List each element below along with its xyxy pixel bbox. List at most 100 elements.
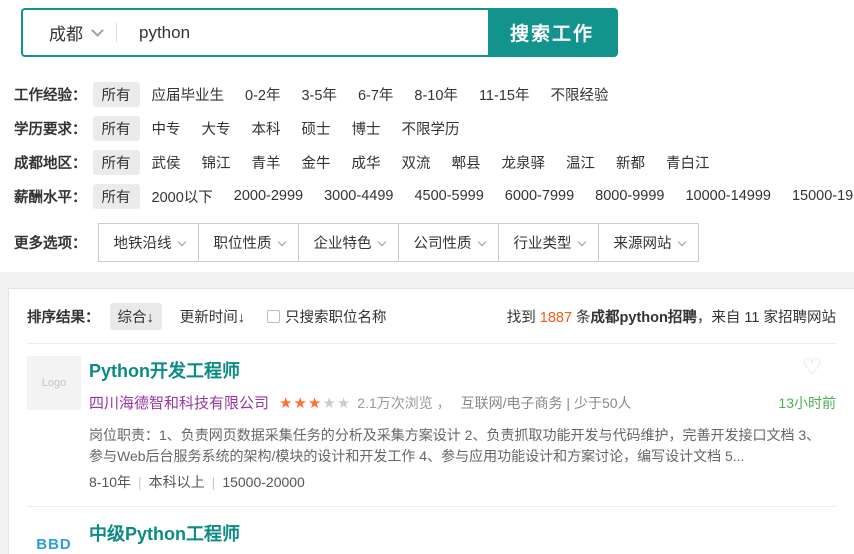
job-education: 本科以上 bbox=[149, 474, 205, 490]
summary-after: ，来自 bbox=[697, 310, 745, 326]
chevron-down-icon bbox=[91, 24, 104, 37]
chevron-down-icon bbox=[277, 237, 285, 245]
filter-option[interactable]: 2000-2999 bbox=[225, 186, 312, 206]
job-salary: 15000-20000 bbox=[222, 474, 305, 490]
search-button[interactable]: 搜索工作 bbox=[488, 10, 616, 55]
summary-prefix: 找到 bbox=[507, 310, 540, 326]
job-listing: BBD 中级Python工程师 成都数联铭品科技有限公司 ★★★★★ 1.8万次… bbox=[27, 507, 836, 554]
job-listing: Logo Python开发工程师 四川海德智和科技有限公司 ★★★★★ 2.1万… bbox=[27, 344, 836, 507]
sort-comprehensive-button[interactable]: 综合↓ bbox=[110, 303, 162, 330]
city-selector[interactable]: 成都 bbox=[23, 10, 116, 55]
filter-row-salary: 薪酬水平： 所有 2000以下 2000-2999 3000-4499 4500… bbox=[14, 185, 854, 207]
dropdown-label: 地铁沿线 bbox=[114, 232, 172, 253]
company-logo: Logo bbox=[27, 356, 81, 410]
filter-option[interactable]: 0-2年 bbox=[236, 82, 289, 107]
filter-row-experience: 工作经验： 所有 应届毕业生 0-2年 3-5年 6-7年 8-10年 11-1… bbox=[14, 83, 854, 105]
job-main: Python开发工程师 四川海德智和科技有限公司 ★★★★★ 2.1万次浏览 ，… bbox=[89, 356, 836, 492]
more-options-label: 更多选项： bbox=[14, 232, 87, 253]
sort-update-time-button[interactable]: 更新时间↓ bbox=[172, 303, 253, 330]
filter-option[interactable]: 新都 bbox=[607, 150, 654, 175]
dropdown-industry-type[interactable]: 行业类型 bbox=[498, 223, 599, 262]
filter-option[interactable]: 11-15年 bbox=[470, 82, 539, 107]
filter-option[interactable]: 所有 bbox=[93, 150, 140, 175]
summary-mid: 条 bbox=[572, 310, 591, 326]
filter-option[interactable]: 成华 bbox=[343, 150, 390, 175]
filter-option[interactable]: 金牛 bbox=[293, 150, 340, 175]
checkbox-label: 只搜索职位名称 bbox=[285, 306, 387, 327]
filter-label: 成都地区： bbox=[14, 152, 87, 173]
dropdown-label: 行业类型 bbox=[514, 232, 572, 253]
filter-option[interactable]: 3-5年 bbox=[292, 82, 345, 107]
rating-stars-icon: ★★★★★ bbox=[279, 394, 351, 412]
title-only-checkbox-wrap[interactable]: 只搜索职位名称 bbox=[267, 306, 387, 327]
job-main: 中级Python工程师 成都数联铭品科技有限公司 ★★★★★ 1.8万次浏览 ，… bbox=[89, 519, 836, 554]
filter-option[interactable]: 不限经验 bbox=[541, 82, 617, 107]
search-bar: 成都 搜索工作 bbox=[21, 8, 618, 57]
filter-option[interactable]: 4500-5999 bbox=[405, 186, 492, 206]
filter-option[interactable]: 6000-7999 bbox=[496, 186, 583, 206]
dropdown-subway-line[interactable]: 地铁沿线 bbox=[98, 223, 199, 262]
filter-option[interactable]: 8000-9999 bbox=[586, 186, 673, 206]
dropdown-label: 来源网站 bbox=[614, 232, 672, 253]
dropdown-source-site[interactable]: 来源网站 bbox=[598, 223, 699, 262]
dropdown-company-type[interactable]: 公司性质 bbox=[398, 223, 499, 262]
filter-option[interactable]: 10000-14999 bbox=[676, 186, 779, 206]
job-meta: 8-10年|本科以上|15000-20000 bbox=[89, 472, 836, 492]
chevron-down-icon bbox=[677, 237, 685, 245]
filter-option[interactable]: 双流 bbox=[393, 150, 440, 175]
filter-row-district: 成都地区： 所有 武侯 锦江 青羊 金牛 成华 双流 郫县 龙泉驿 温江 新都 … bbox=[14, 151, 854, 173]
company-row: 四川海德智和科技有限公司 ★★★★★ 2.1万次浏览 ， 互联网/电子商务 | … bbox=[89, 392, 836, 413]
filter-option[interactable]: 所有 bbox=[93, 184, 140, 209]
job-title-link[interactable]: 中级Python工程师 bbox=[89, 520, 240, 546]
job-search-page: 成都 搜索工作 工作经验： 所有 应届毕业生 0-2年 3-5年 6-7年 8-… bbox=[0, 0, 854, 554]
job-description: 岗位职责：1、负责网页数据采集任务的分析及采集方案设计 2、负责抓取功能开发与代… bbox=[89, 425, 836, 467]
filter-option[interactable]: 不限学历 bbox=[393, 116, 469, 141]
dropdown-job-nature[interactable]: 职位性质 bbox=[198, 223, 299, 262]
filter-option[interactable]: 所有 bbox=[93, 116, 140, 141]
result-count: 1887 bbox=[540, 310, 572, 326]
meta-divider: | bbox=[138, 474, 142, 490]
chevron-down-icon bbox=[377, 237, 385, 245]
filter-option[interactable]: 大专 bbox=[193, 116, 240, 141]
filter-option[interactable]: 本科 bbox=[243, 116, 290, 141]
filter-option[interactable]: 3000-4499 bbox=[315, 186, 402, 206]
filter-row-education: 学历要求： 所有 中专 大专 本科 硕士 博士 不限学历 bbox=[14, 117, 854, 139]
view-count: 2.1万次浏览 ， bbox=[357, 393, 450, 413]
results-panel: 排序结果： 综合↓ 更新时间↓ 只搜索职位名称 找到 1887 条成都pytho… bbox=[8, 288, 854, 554]
filter-option[interactable]: 15000-19999 bbox=[783, 186, 854, 206]
summary-tail: 家招聘网站 bbox=[759, 310, 836, 326]
filter-label: 工作经验： bbox=[14, 84, 87, 105]
filter-option[interactable]: 青白江 bbox=[657, 150, 719, 175]
filter-option[interactable]: 2000以下 bbox=[143, 184, 222, 209]
filter-label: 学历要求： bbox=[14, 118, 87, 139]
filter-option[interactable]: 郫县 bbox=[443, 150, 490, 175]
search-input[interactable] bbox=[117, 10, 488, 55]
filter-label: 薪酬水平： bbox=[14, 186, 87, 207]
result-keyword: 成都python招聘 bbox=[591, 310, 697, 326]
filter-option[interactable]: 8-10年 bbox=[405, 82, 467, 107]
site-count: 11 bbox=[744, 310, 759, 326]
checkbox-icon[interactable] bbox=[267, 310, 280, 323]
filter-option[interactable]: 应届毕业生 bbox=[143, 82, 234, 107]
company-link[interactable]: 四川海德智和科技有限公司 bbox=[89, 392, 269, 413]
filter-option[interactable]: 6-7年 bbox=[349, 82, 402, 107]
filter-option[interactable]: 锦江 bbox=[193, 150, 240, 175]
filter-option[interactable]: 博士 bbox=[343, 116, 390, 141]
more-options-dropdowns: 地铁沿线 职位性质 企业特色 公司性质 行业类型 来源网站 bbox=[99, 223, 699, 262]
favorite-heart-icon[interactable]: ♡ bbox=[802, 356, 822, 378]
filter-option[interactable]: 所有 bbox=[93, 82, 140, 107]
dropdown-company-feature[interactable]: 企业特色 bbox=[298, 223, 399, 262]
filter-option[interactable]: 武侯 bbox=[143, 150, 190, 175]
result-summary: 找到 1887 条成都python招聘，来自 11 家招聘网站 bbox=[507, 306, 836, 327]
filter-option[interactable]: 硕士 bbox=[293, 116, 340, 141]
sort-bar: 排序结果： 综合↓ 更新时间↓ 只搜索职位名称 找到 1887 条成都pytho… bbox=[27, 289, 836, 344]
chevron-down-icon bbox=[577, 237, 585, 245]
filter-option[interactable]: 青羊 bbox=[243, 150, 290, 175]
filter-option[interactable]: 中专 bbox=[143, 116, 190, 141]
filter-option[interactable]: 温江 bbox=[557, 150, 604, 175]
more-options-row: 更多选项： 地铁沿线 职位性质 企业特色 公司性质 行业类型 来源网站 bbox=[14, 223, 854, 262]
filter-option[interactable]: 龙泉驿 bbox=[493, 150, 555, 175]
job-title-link[interactable]: Python开发工程师 bbox=[89, 357, 240, 383]
company-logo: BBD bbox=[27, 519, 81, 554]
city-selector-value: 成都 bbox=[49, 20, 83, 45]
